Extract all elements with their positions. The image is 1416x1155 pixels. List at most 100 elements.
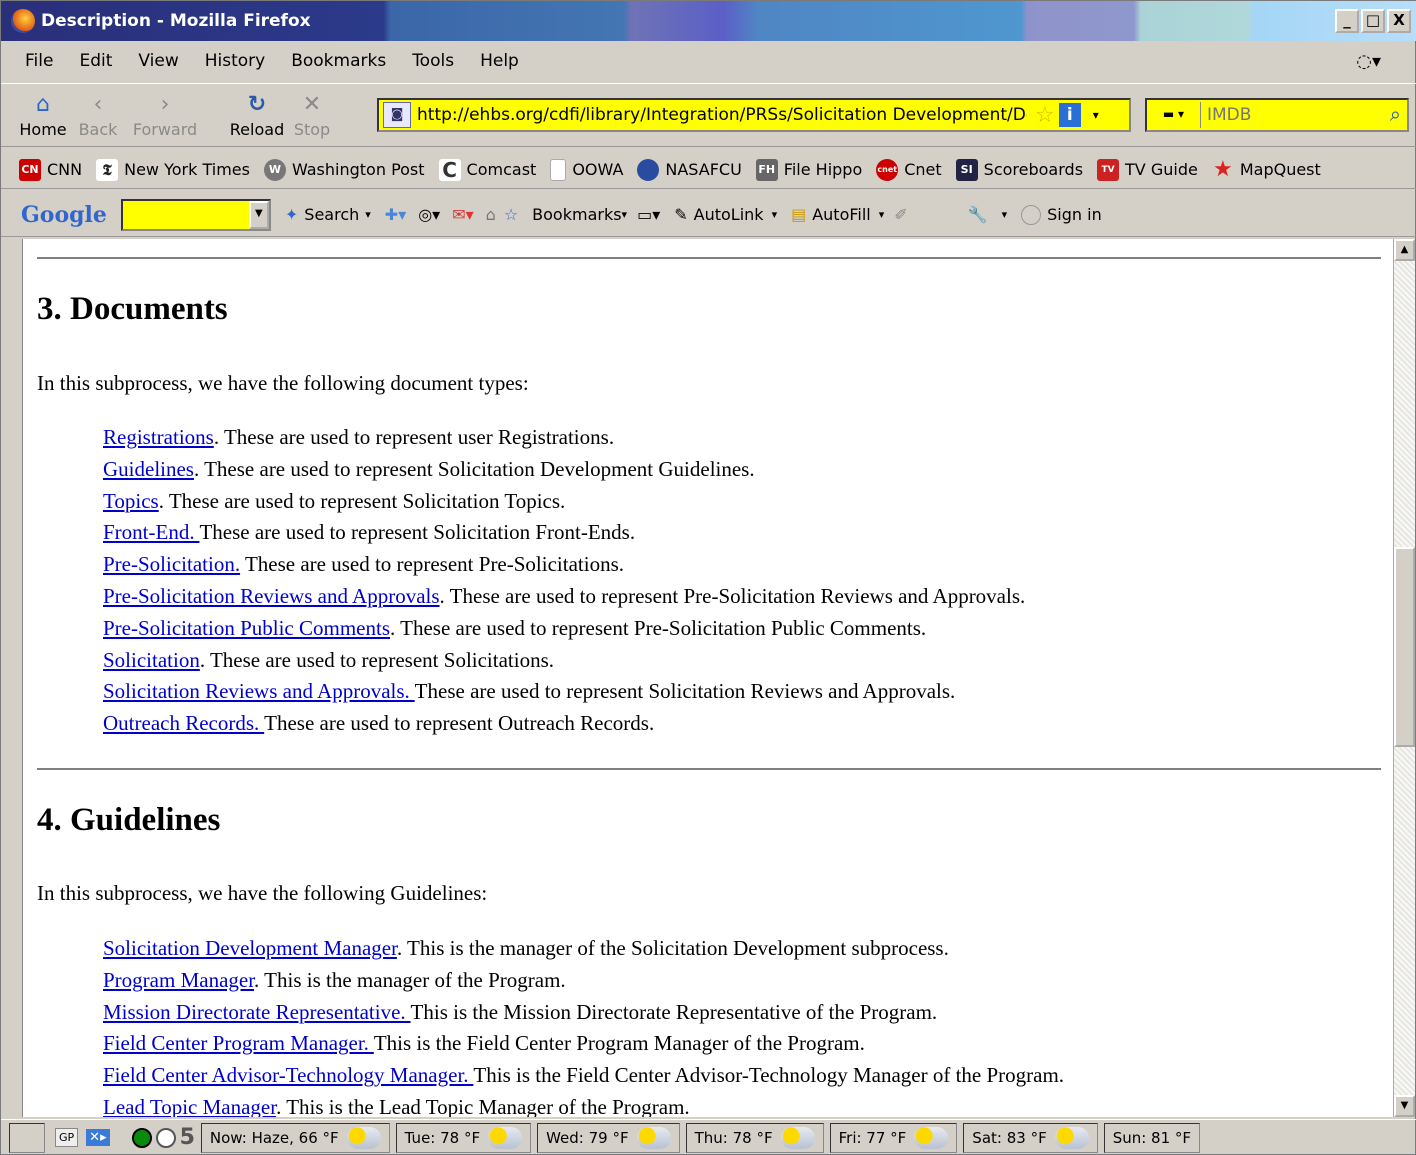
bookmark-cnn[interactable]: CN CNN <box>19 158 82 181</box>
document-link[interactable]: Pre-Solicitation Reviews and Approvals <box>103 584 440 608</box>
stop-button[interactable]: ✕ Stop <box>287 92 337 139</box>
bookmark-wapo[interactable]: W Washington Post <box>263 158 425 181</box>
google-logo[interactable]: Google <box>21 202 107 228</box>
menu-view[interactable]: View <box>138 51 178 71</box>
search-engine-icon[interactable]: ▬ ▾ <box>1147 102 1201 128</box>
guideline-link[interactable]: Field Center Advisor-Technology Manager. <box>103 1063 473 1087</box>
list-item: Lead Topic Manager. This is the Lead Top… <box>103 1095 1064 1117</box>
nyt-icon: 𝕿 <box>96 158 119 181</box>
menu-edit[interactable]: Edit <box>79 51 112 71</box>
menu-file[interactable]: File <box>25 51 53 71</box>
document-link[interactable]: Outreach Records. <box>103 711 264 735</box>
item-description: . These are used to represent Pre-Solici… <box>390 615 927 640</box>
search-input[interactable] <box>1207 105 1357 125</box>
sign-in-label: Sign in <box>1047 205 1102 224</box>
settings-wrench-button[interactable]: 🔧 ▾ <box>968 205 1007 224</box>
scroll-down-button[interactable]: ▼ <box>1394 1095 1415 1117</box>
search-bar[interactable]: ▬ ▾ ⌕ <box>1145 98 1409 132</box>
bookmark-label: Cnet <box>904 160 942 179</box>
maximize-button[interactable]: □ <box>1361 9 1385 33</box>
bookmark-star-icon[interactable]: ☆ <box>1035 103 1055 128</box>
google-search-button[interactable]: ✦ Search ▾ <box>285 205 371 224</box>
close-button[interactable]: X <box>1387 9 1411 33</box>
gp-icon[interactable]: GP <box>55 1128 79 1147</box>
google-toolbar-icons[interactable]: ✚▾ ◎▾ ✉▾ ⌂ ☆ <box>385 205 518 224</box>
back-button[interactable]: ‹ Back <box>73 92 123 139</box>
home-icon: ⌂ <box>36 91 50 117</box>
menu-help[interactable]: Help <box>480 51 519 71</box>
xmarks-icon[interactable]: ✕▸ <box>86 1129 110 1146</box>
guideline-link[interactable]: Mission Directorate Representative. <box>103 1000 411 1024</box>
clock-icon[interactable] <box>155 1127 176 1148</box>
document-link[interactable]: Front-End. <box>103 520 199 544</box>
url-dropdown-icon[interactable]: ▾ <box>1093 108 1099 122</box>
bookmark-filehippo[interactable]: FH File Hippo <box>755 158 862 181</box>
status-green-icon[interactable] <box>131 1127 152 1148</box>
bookmark-nasafcu[interactable]: NASAFCU <box>637 158 742 181</box>
guideline-link[interactable]: Lead Topic Manager <box>103 1095 276 1117</box>
bookmark-cnet[interactable]: cnet Cnet <box>876 158 942 181</box>
weather-sat[interactable]: Sat: 83 °F <box>963 1122 1098 1153</box>
document-link[interactable]: Pre-Solicitation. <box>103 552 240 576</box>
scroll-up-button[interactable]: ▲ <box>1394 239 1415 261</box>
search-icon[interactable]: ⌕ <box>1390 102 1401 126</box>
list-item: Solicitation. These are used to represen… <box>103 648 1025 680</box>
document-link[interactable]: Registrations <box>103 425 214 449</box>
bookmark-tvguide[interactable]: TV TV Guide <box>1097 158 1198 181</box>
sidebar-edge[interactable] <box>1 239 23 1117</box>
gmail-icon: ✉▾ <box>452 205 474 224</box>
scroll-thumb[interactable] <box>1394 547 1415 747</box>
cnet-icon: cnet <box>876 158 899 181</box>
bookmark-label: New York Times <box>124 160 250 179</box>
vertical-scrollbar[interactable]: ▲ ▼ <box>1393 239 1415 1117</box>
menu-history[interactable]: History <box>205 51 265 71</box>
reload-button[interactable]: ↻ Reload <box>227 92 287 139</box>
home-label: Home <box>19 119 67 139</box>
bookmark-comcast[interactable]: C Comcast <box>438 158 536 181</box>
weather-wed[interactable]: Wed: 79 °F <box>537 1122 680 1153</box>
home-button[interactable]: ⌂ Home <box>13 92 73 139</box>
autolink-button[interactable]: ✎ AutoLink ▾ <box>674 205 777 224</box>
chevron-down-icon: ▾ <box>1001 208 1008 221</box>
weather-now[interactable]: Now: Haze, 66 °F <box>200 1122 390 1153</box>
partly-cloudy-icon <box>488 1126 523 1149</box>
menu-tools[interactable]: Tools <box>412 51 454 71</box>
bookmark-nyt[interactable]: 𝕿 New York Times <box>96 158 250 181</box>
minimize-button[interactable]: _ <box>1335 9 1359 33</box>
document-link[interactable]: Solicitation Reviews and Approvals. <box>103 679 415 703</box>
weather-tue[interactable]: Tue: 78 °F <box>395 1122 532 1153</box>
autofill-button[interactable]: ▤ AutoFill ▾ ✐ <box>791 205 908 224</box>
weather-sun[interactable]: Sun: 81 °F <box>1103 1122 1201 1153</box>
document-link[interactable]: Pre-Solicitation Public Comments <box>103 616 390 640</box>
bookmark-oowa[interactable]: OOWA <box>550 158 624 181</box>
star-icon: ☆ <box>503 205 519 224</box>
guideline-link[interactable]: Program Manager <box>103 968 254 992</box>
bookmark-mapquest[interactable]: ★ MapQuest <box>1212 158 1321 181</box>
weather-fri[interactable]: Fri: 77 °F <box>829 1122 958 1153</box>
document-link[interactable]: Solicitation <box>103 648 200 672</box>
bookmark-label: OOWA <box>572 160 624 179</box>
page-content: 3. Documents In this subprocess, we have… <box>23 239 1393 1117</box>
document-link[interactable]: Topics <box>103 489 159 513</box>
weather-thu[interactable]: Thu: 78 °F <box>685 1122 824 1153</box>
autofill-icon: ▤ <box>791 205 807 224</box>
forward-button[interactable]: › Forward <box>125 92 205 139</box>
section-heading: 4. Guidelines <box>37 802 221 838</box>
url-text[interactable]: http://ehbs.org/cdfi/library/Integration… <box>417 105 1027 125</box>
count-badge: 5 <box>179 1125 195 1150</box>
google-search-input[interactable]: ▼ <box>120 198 271 231</box>
info-icon[interactable]: i <box>1058 103 1081 127</box>
google-bookmarks-button[interactable]: Bookmarks ▾ ▭▾ <box>532 205 660 224</box>
chevron-down-icon: ▾ <box>365 208 371 221</box>
menu-bookmarks[interactable]: Bookmarks <box>291 51 386 71</box>
document-link[interactable]: Guidelines <box>103 457 194 481</box>
google-dropdown-icon[interactable]: ▼ <box>248 200 269 229</box>
guideline-link[interactable]: Solicitation Development Manager <box>103 936 397 960</box>
sign-in-button[interactable]: Sign in <box>1021 204 1102 225</box>
pencil-icon: ✐ <box>894 205 908 224</box>
weather-label: Sun: 81 °F <box>1112 1128 1192 1147</box>
autolink-label: AutoLink <box>693 205 764 224</box>
guideline-link[interactable]: Field Center Program Manager. <box>103 1031 374 1055</box>
bookmark-scoreboards[interactable]: SI Scoreboards <box>955 158 1083 181</box>
url-bar[interactable]: ◙ http://ehbs.org/cdfi/library/Integrati… <box>377 98 1131 132</box>
